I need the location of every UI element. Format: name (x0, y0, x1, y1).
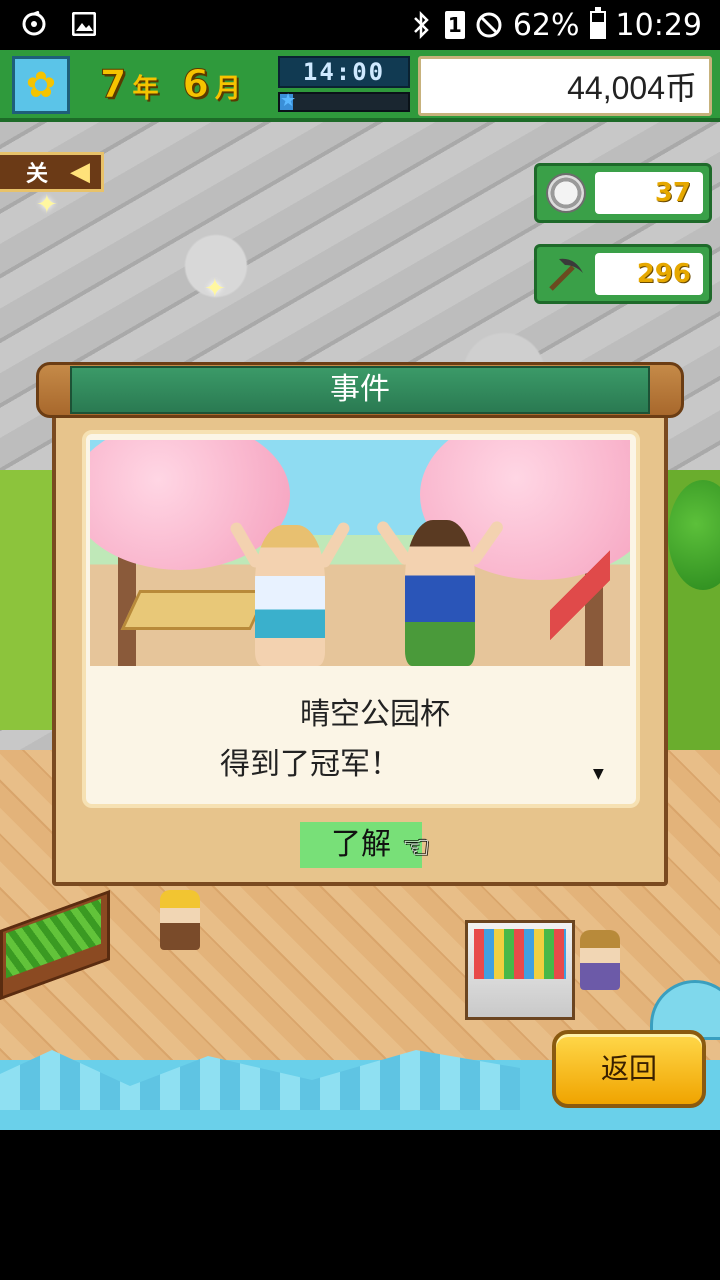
boy-character (405, 520, 475, 666)
slide (550, 550, 610, 640)
medal-count: 37 (595, 172, 703, 214)
battery-level (591, 22, 604, 37)
chevron-down-icon: ▼ (593, 766, 604, 782)
money-display: 44,004币 (418, 56, 712, 116)
dialog-title-bar: 事件 (36, 362, 684, 418)
dialog-title: 事件 (70, 366, 650, 414)
event-message: 晴空公园杯 得到了冠军！ (90, 690, 630, 790)
month-number: 6 (182, 62, 209, 107)
month-unit: 月 (214, 74, 241, 104)
clock-time: 14:00 (278, 56, 410, 88)
stall-goods (474, 929, 566, 979)
day-progress-bar: ★ (278, 90, 410, 112)
pickaxe-count: 296 (595, 253, 703, 295)
status-bar: 1 62% 10:29 (0, 0, 720, 50)
side-tag-label: 关 (26, 162, 49, 187)
sandbox (120, 590, 270, 630)
sparkle-icon: ✦ (204, 274, 226, 304)
girl-character (255, 525, 325, 666)
sunflower-icon[interactable]: ✿ (12, 56, 70, 114)
worker-character[interactable] (160, 890, 200, 950)
arrow-left-icon: ◀ (70, 157, 91, 187)
battery-percent: 62% (512, 7, 580, 43)
event-illustration (90, 440, 630, 666)
medal-icon (543, 172, 589, 214)
year-number: 7 (99, 62, 127, 107)
game-clock: 14:00 ★ (278, 56, 410, 116)
dnd-icon (475, 11, 503, 39)
sparkle-icon: ✦ (36, 190, 58, 220)
shop-stall[interactable] (465, 920, 575, 1020)
status-time: 10:29 (615, 7, 702, 43)
back-button[interactable]: 返回 (552, 1030, 706, 1108)
medal-counter[interactable]: 37 (534, 163, 712, 223)
pickaxe-counter[interactable]: 296 (534, 244, 712, 304)
year-unit: 年 (132, 74, 159, 104)
battery-icon (589, 7, 606, 39)
message-line-1: 晴空公园杯 (300, 697, 450, 732)
pointing-hand-icon: ☜ (402, 828, 431, 866)
bluetooth-icon (407, 11, 435, 39)
top-hud: ✿ 7 年 6 月 14:00 ★ 44,004币 (0, 50, 720, 122)
message-line-2: 得到了冠军！ (220, 747, 400, 782)
sync-icon (20, 10, 48, 38)
grass-area (0, 470, 60, 730)
vendor-character[interactable] (580, 930, 620, 990)
gallery-icon (70, 10, 98, 38)
bottom-blank-area (0, 1130, 720, 1280)
pickaxe-icon (543, 253, 589, 295)
side-panel-toggle[interactable]: 关 ◀ (0, 152, 104, 192)
sim-icon: 1 (444, 11, 465, 39)
star-icon: ★ (280, 90, 297, 111)
game-date: 7 年 6 月 (99, 62, 259, 110)
